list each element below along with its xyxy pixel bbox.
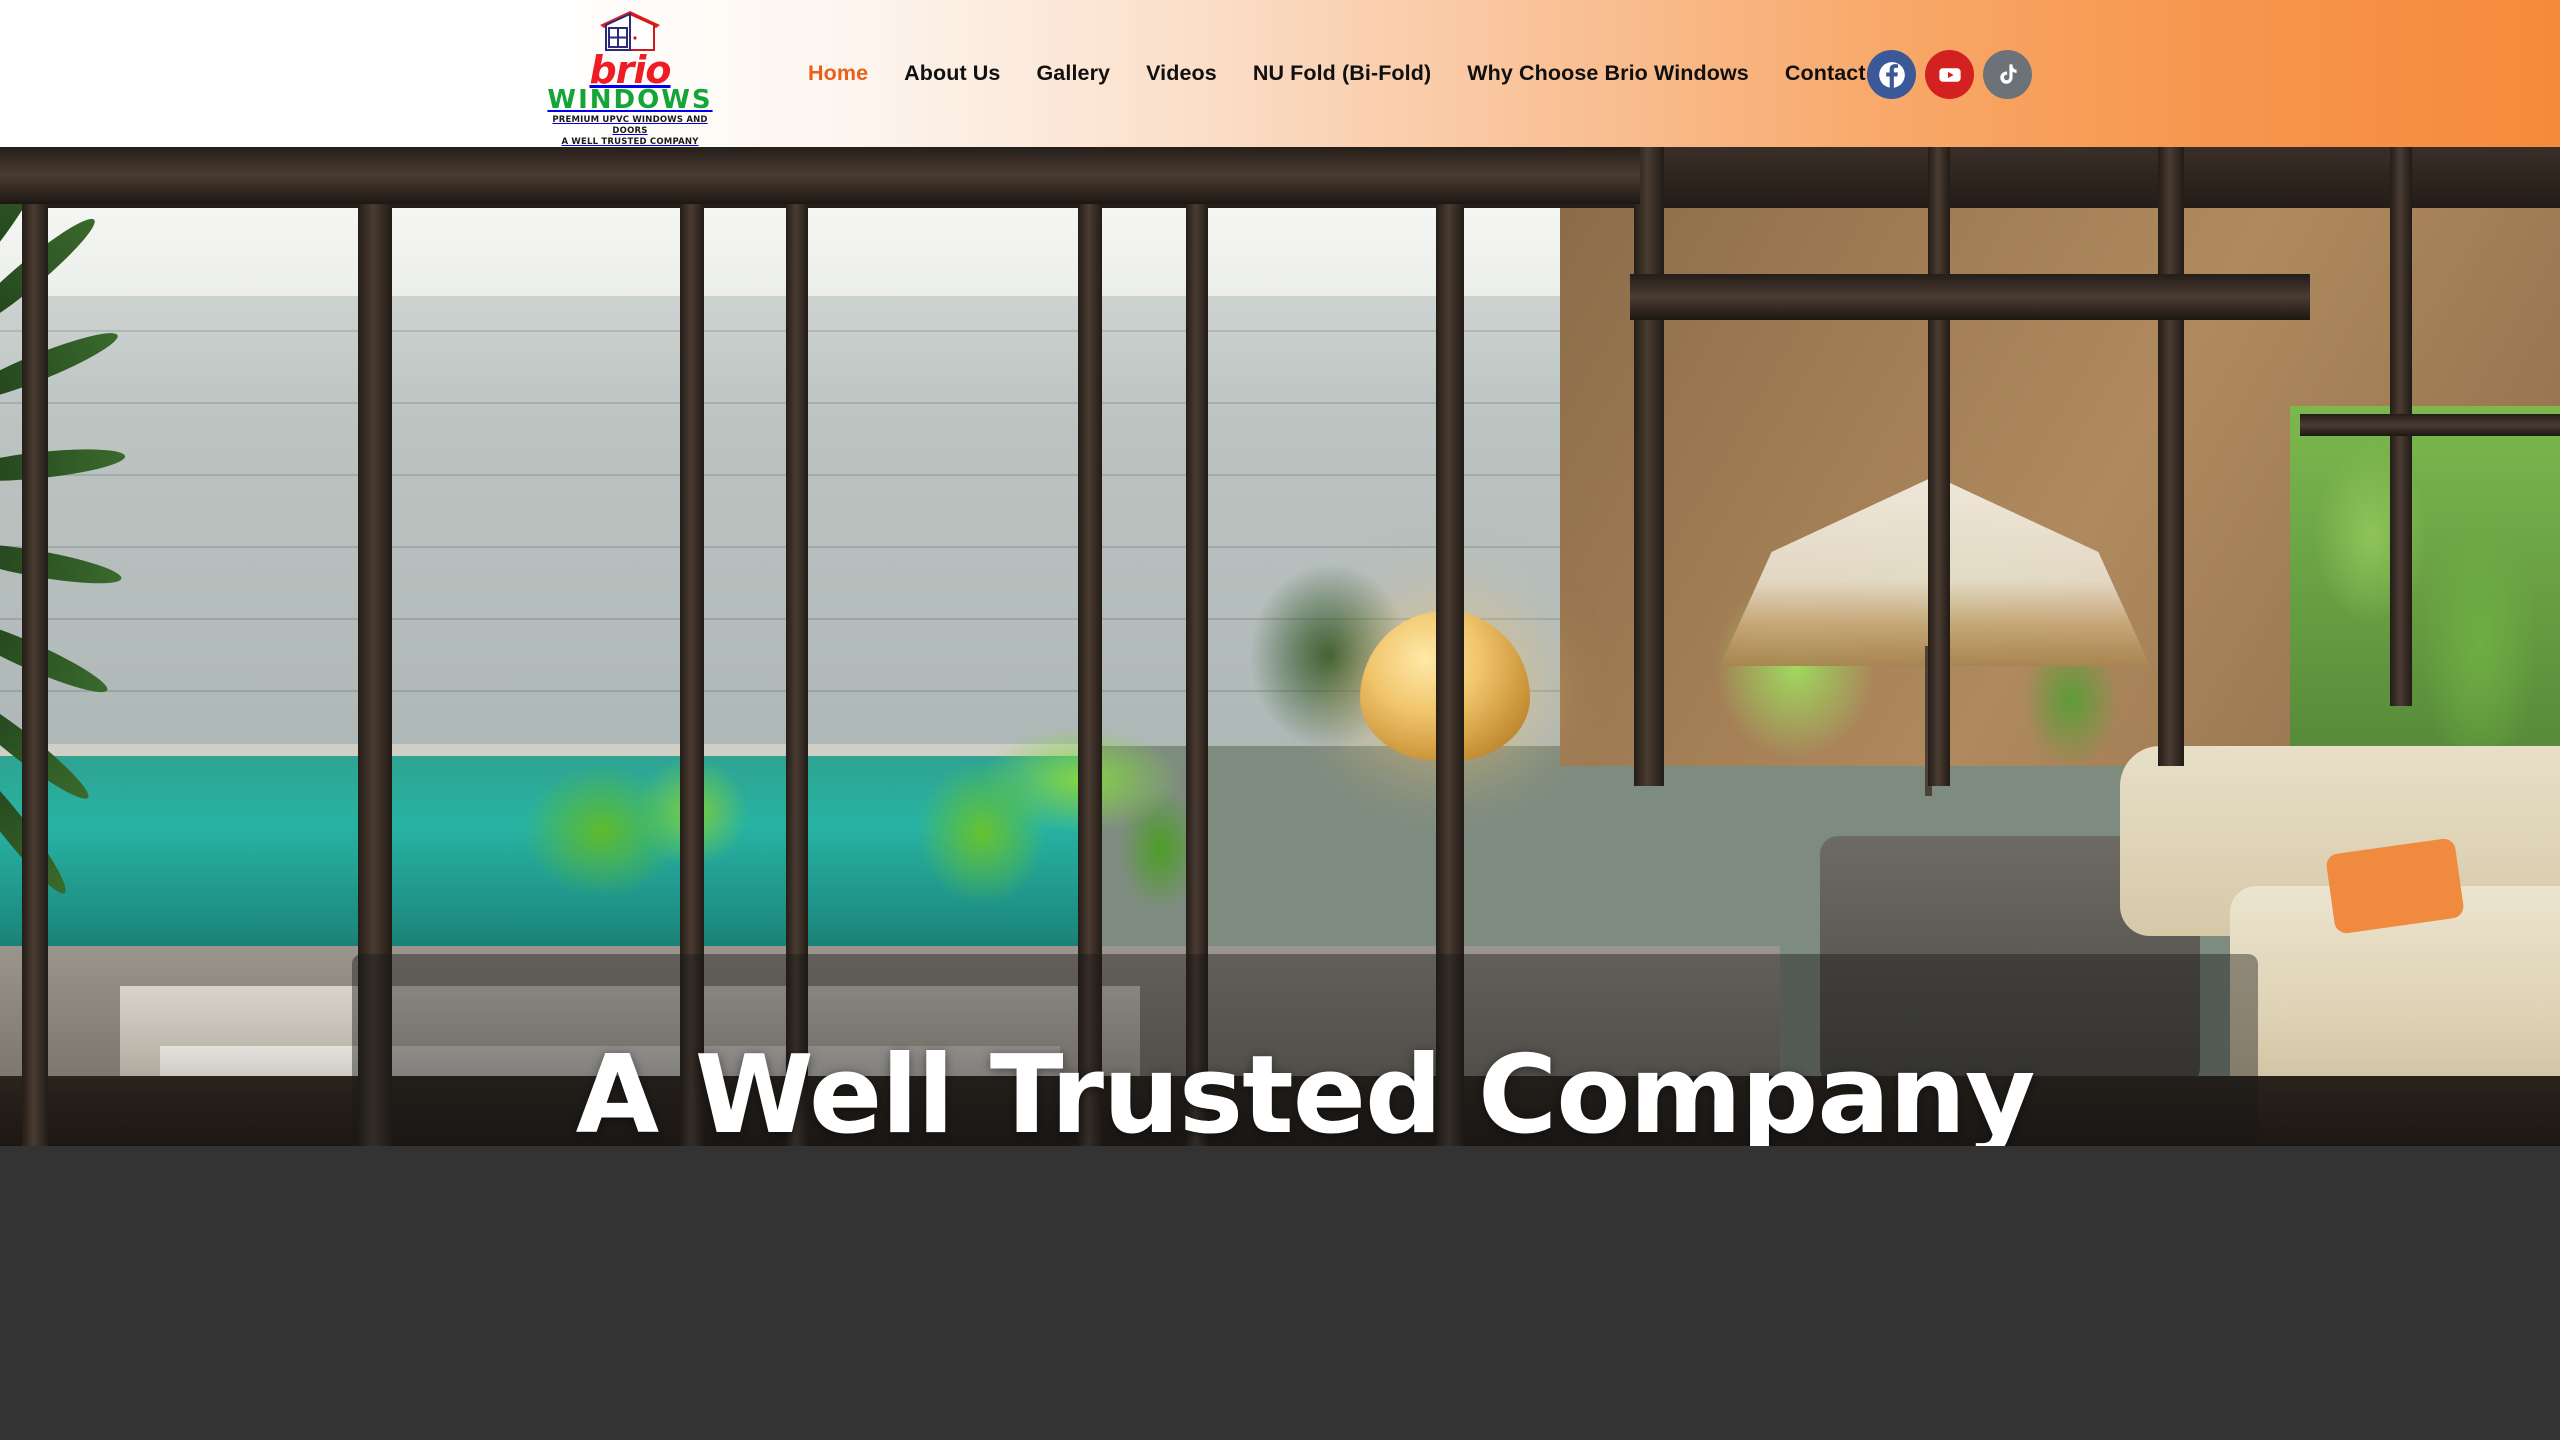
- hero-text-band: A Well Trusted Company: [352, 954, 2258, 1146]
- window-mullion: [1928, 146, 1950, 786]
- site-header: brio WINDOWS PREMIUM UPVC WINDOWS AND DO…: [0, 0, 2560, 147]
- logo-brand-text: brio: [589, 48, 671, 92]
- foliage-centre: [890, 706, 1220, 936]
- nav-item-about-us[interactable]: About Us: [886, 61, 1018, 86]
- window-transom: [2300, 414, 2560, 436]
- logo-tagline-2: A WELL TRUSTED COMPANY: [561, 137, 699, 147]
- hero-title: A Well Trusted Company: [575, 1032, 2036, 1147]
- nav-item-gallery[interactable]: Gallery: [1018, 61, 1128, 86]
- social-links: [1867, 50, 2032, 99]
- window-transom: [1630, 274, 2310, 320]
- window-mullion: [2158, 146, 2184, 766]
- site-logo[interactable]: brio WINDOWS PREMIUM UPVC WINDOWS AND DO…: [545, 10, 715, 147]
- window-transom: [0, 146, 1640, 204]
- youtube-icon[interactable]: [1925, 50, 1974, 99]
- tiktok-icon[interactable]: [1983, 50, 2032, 99]
- nav-item-why-choose-brio-windows[interactable]: Why Choose Brio Windows: [1449, 61, 1767, 86]
- facebook-icon[interactable]: [1867, 50, 1916, 99]
- lower-section: Building more than: [0, 1146, 2560, 1440]
- nav-item-nu-fold[interactable]: NU Fold (Bi-Fold): [1235, 61, 1449, 86]
- window-mullion: [22, 146, 48, 1146]
- house-window-logo-icon: [598, 10, 662, 52]
- hero-section: A Well Trusted Company: [0, 146, 2560, 1146]
- foliage-left: [490, 736, 770, 926]
- nav-item-videos[interactable]: Videos: [1128, 61, 1235, 86]
- window-mullion: [1634, 146, 1664, 786]
- nav-item-home[interactable]: Home: [790, 61, 886, 86]
- main-navigation: Home About Us Gallery Videos NU Fold (Bi…: [790, 0, 1917, 147]
- logo-tagline-1: PREMIUM UPVC WINDOWS AND DOORS: [552, 115, 708, 136]
- logo-brand-subtext: WINDOWS: [547, 85, 713, 115]
